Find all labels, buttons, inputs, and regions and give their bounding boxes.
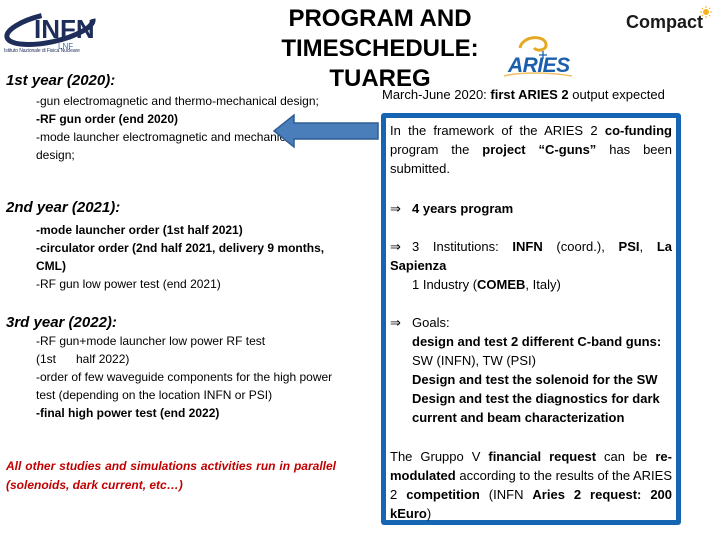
- left-arrow-icon: [272, 113, 379, 149]
- year-3-items: -RF gun+mode launcher low power RF test …: [36, 332, 336, 422]
- financial-text: can be: [596, 449, 656, 464]
- four-years-text: 4 years program: [412, 201, 514, 216]
- goals-label-line: ⇒ Goals:: [390, 313, 672, 332]
- aries-expected-suffix: output expected: [568, 87, 665, 102]
- goal-item: design and test 2 different C-band guns:: [412, 334, 662, 349]
- financial-text: (INFN: [479, 487, 533, 502]
- year-1-item: -gun electromagnetic and thermo-mechanic…: [36, 94, 319, 108]
- four-years-bullet: ⇒ 4 years program: [390, 199, 672, 218]
- goal-item: Design and test the solenoid for the SW: [412, 372, 658, 387]
- project-name: project “C-guns”: [482, 142, 597, 157]
- cofunding-text: In the framework of the ARIES 2: [390, 123, 605, 138]
- cofunding-text: program the: [390, 142, 483, 157]
- financial-text: [641, 487, 650, 502]
- industry-text: , Italy): [525, 277, 561, 292]
- year-2-item: -mode launcher order (1st half 2021): [36, 223, 243, 237]
- institution-psi: PSI: [618, 239, 640, 254]
- year-2-item: -RF gun low power test (end 2021): [36, 277, 221, 291]
- infn-logo: INFN LNF Istituto Nazionale di Fisica Nu…: [2, 6, 98, 58]
- financial-bold: Aries 2 request:: [532, 487, 642, 502]
- year-2-heading: 2nd year (2021):: [6, 199, 121, 216]
- infn-caption: Istituto Nazionale di Fisica Nucleare: [4, 48, 80, 54]
- financial-bold: financial request: [488, 449, 597, 464]
- year-3-item: (1st half 2022): [36, 352, 130, 366]
- year-3-item: -final high power test (end 2022): [36, 406, 220, 420]
- institutions-text: 3 Institutions:: [412, 239, 513, 254]
- infn-wordmark: INFN: [34, 14, 95, 44]
- compact-logo: Compact: [626, 6, 712, 33]
- institution-infn: INFN: [512, 239, 543, 254]
- year-3-item: -order of few waveguide components for t…: [36, 370, 333, 402]
- compact-wordmark: Compact: [626, 12, 704, 32]
- goal-item: Design and test the diagnostics for dark…: [412, 391, 660, 425]
- infn-swoosh-icon: INFN LNF: [4, 9, 96, 51]
- implies-icon: ⇒: [390, 201, 401, 216]
- year-2-item: -circulator order (2nd half 2021, delive…: [36, 241, 325, 273]
- institutions-line: ⇒ 3 Institutions: INFN (coord.), PSI, La …: [390, 237, 672, 275]
- industry-comeb: COMEB: [477, 277, 526, 292]
- cofunding-bold: co-funding: [604, 123, 672, 138]
- sun-icon: [700, 6, 712, 18]
- institutions-text: ,: [639, 239, 657, 254]
- implies-icon: ⇒: [390, 315, 401, 330]
- year-1-heading: 1st year (2020):: [6, 72, 116, 89]
- year-3-heading: 3rd year (2022):: [6, 314, 117, 331]
- industry-text: 1 Industry (: [412, 277, 478, 292]
- year-2-items: -mode launcher order (1st half 2021) -ci…: [36, 221, 336, 293]
- goals-label: Goals:: [412, 315, 450, 330]
- institutions-text: (coord.),: [542, 239, 619, 254]
- financial-request-paragraph: The Gruppo V financial request can be re…: [390, 447, 672, 523]
- aries-expected-line: March-June 2020: first ARIES 2 output ex…: [382, 86, 665, 104]
- financial-text: ): [426, 506, 432, 521]
- year-3-item: -RF gun+mode launcher low power RF test: [36, 334, 266, 348]
- implies-icon: ⇒: [390, 239, 401, 254]
- parallel-activities-note: All other studies and simulations activi…: [6, 459, 336, 492]
- aries-wordmark: ARIES: [508, 54, 570, 77]
- goal-item: SW (INFN), TW (PSI): [412, 353, 536, 368]
- financial-bold: competition: [406, 487, 480, 502]
- industry-line: 1 Industry (COMEB, Italy): [390, 275, 672, 294]
- cofunding-paragraph: In the framework of the ARIES 2 co-fundi…: [390, 121, 672, 178]
- financial-text: The Gruppo V: [390, 449, 489, 464]
- aries-logo: ARIES: [500, 34, 576, 78]
- goals-bullet: ⇒ Goals: design and test 2 different C-ba…: [390, 313, 672, 427]
- aries-expected-bold: first ARIES 2: [490, 87, 569, 102]
- aries-expected-prefix: March-June 2020:: [382, 87, 491, 102]
- institutions-bullet: ⇒ 3 Institutions: INFN (coord.), PSI, La …: [390, 237, 672, 294]
